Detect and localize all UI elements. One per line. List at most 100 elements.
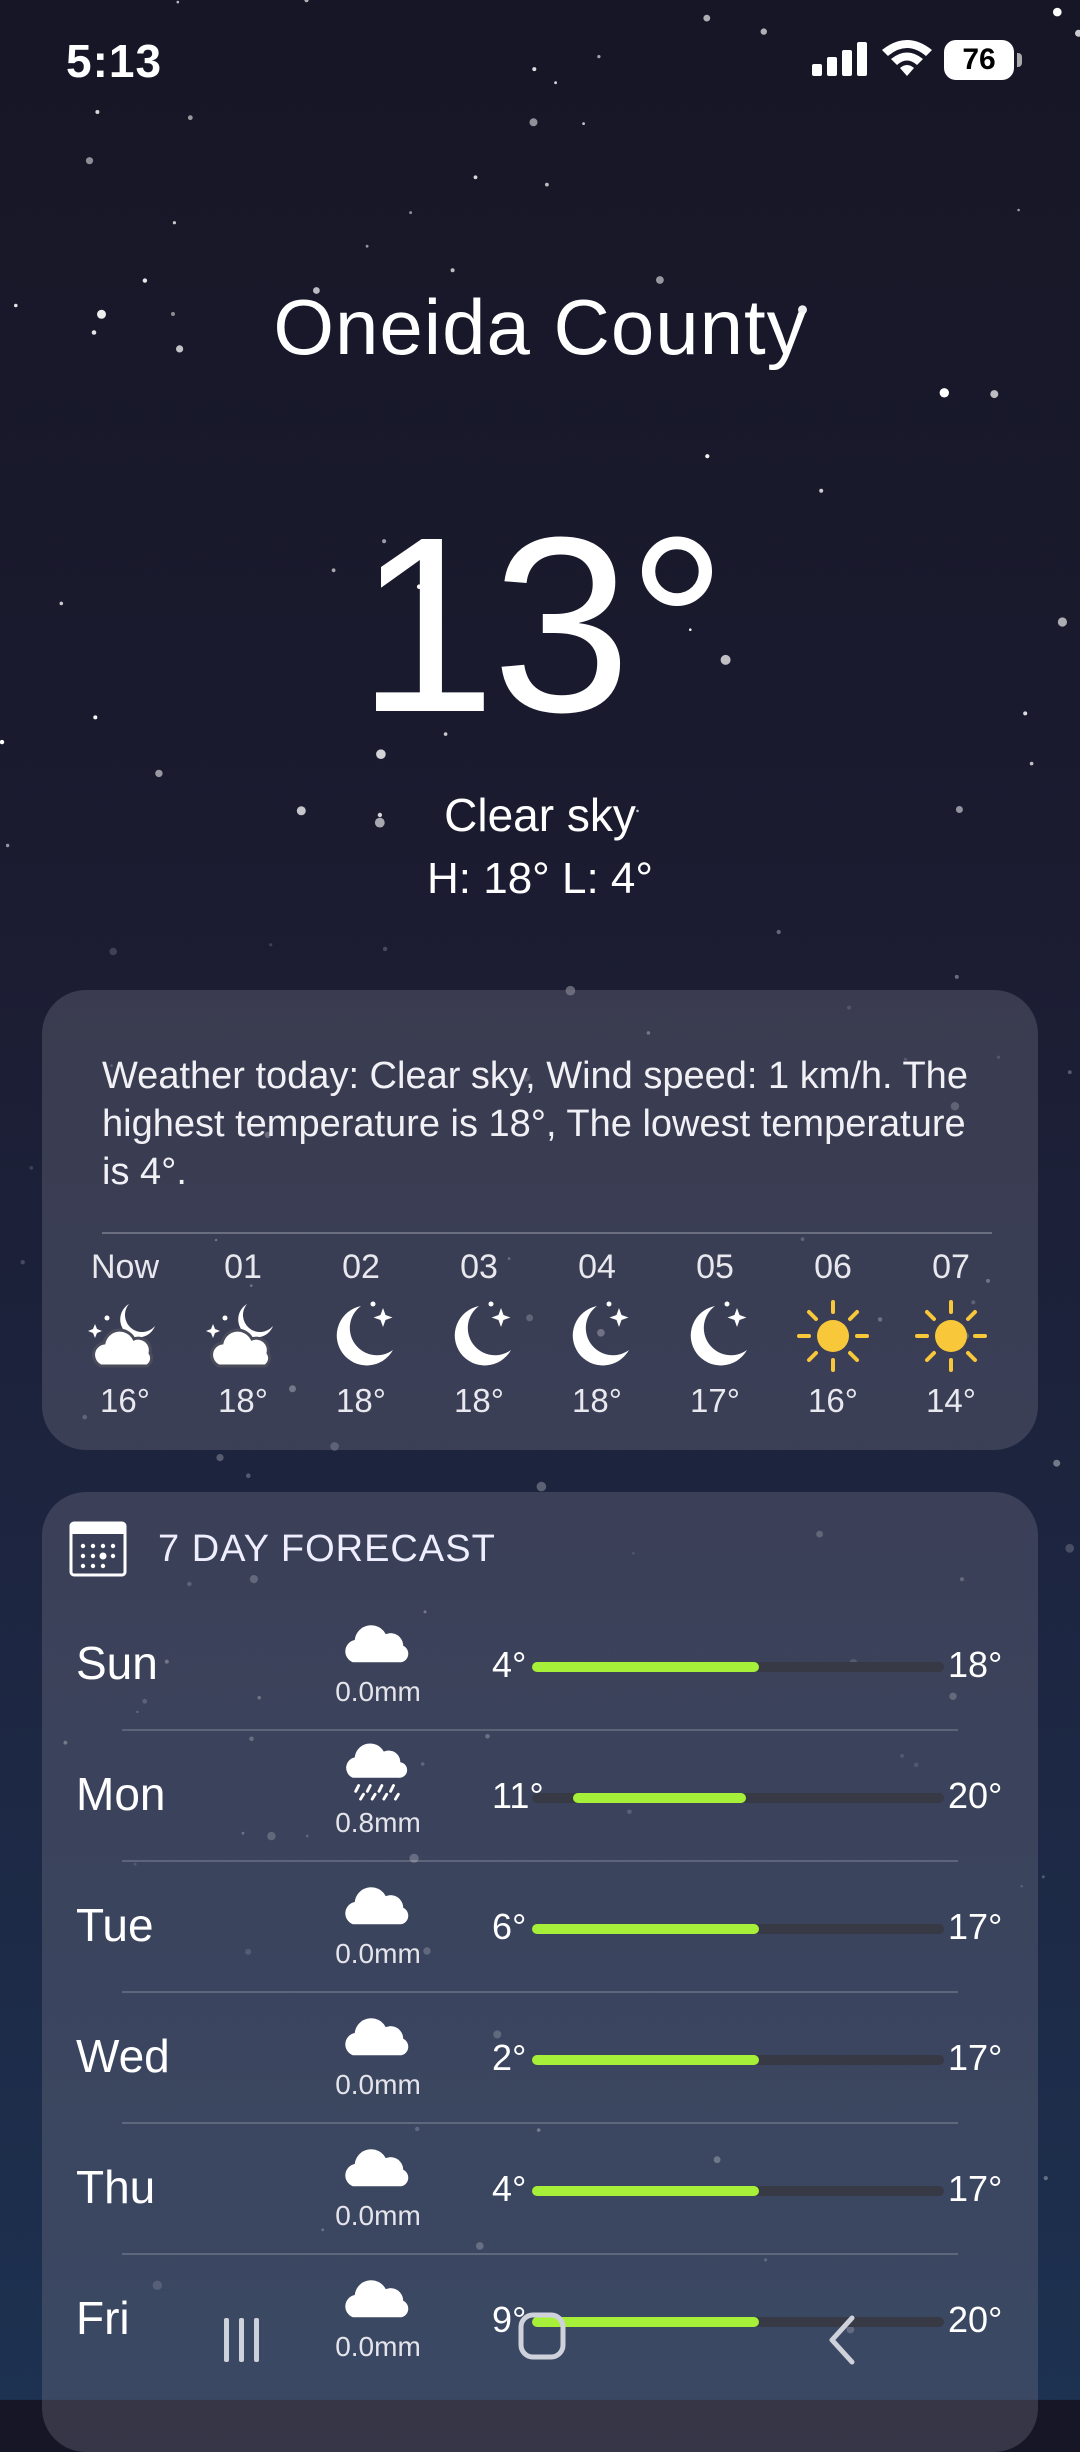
location-name: Oneida County — [273, 283, 807, 371]
calendar-icon — [69, 1521, 127, 1577]
day-name: Wed — [76, 2030, 170, 2082]
forecast-row[interactable]: Mon 0.8mm 11° 20° — [42, 1731, 1038, 1862]
hourly-item: 02 18° — [302, 1248, 420, 1438]
day-name: Tue — [76, 1899, 154, 1951]
star — [939, 388, 949, 398]
star — [155, 769, 163, 778]
status-bar: 5:13 76 — [0, 0, 1080, 120]
sun-icon — [797, 1300, 869, 1372]
star — [536, 1481, 547, 1492]
star — [819, 488, 824, 493]
cloud-icon — [345, 1887, 409, 1925]
back-button[interactable] — [820, 2312, 868, 2368]
today-card: Weather today: Clear sky, Wind speed: 1 … — [42, 990, 1038, 1450]
star — [1029, 761, 1034, 766]
battery-icon: 76 — [944, 40, 1022, 80]
star — [269, 943, 273, 947]
temperature-range-bar — [532, 1924, 944, 1934]
star — [776, 929, 781, 935]
forecast-row[interactable]: Tue 0.0mm 6° 17° — [42, 1862, 1038, 1993]
forecast-title: 7 DAY FORECAST — [158, 1528, 496, 1570]
star — [1053, 1459, 1061, 1467]
navigation-bar — [0, 2280, 1080, 2400]
temperature-range-bar — [532, 1662, 944, 1672]
hour-temperature: 18° — [218, 1382, 268, 1419]
star — [409, 211, 413, 215]
precipitation: 0.0mm — [335, 1938, 421, 1969]
cloud-moon-icon — [206, 1304, 273, 1368]
hour-label: 04 — [578, 1248, 616, 1286]
temperature-range-bar — [532, 2055, 944, 2065]
wifi-icon — [882, 40, 932, 76]
high-temperature: 18° — [948, 1644, 1003, 1685]
hour-label: 01 — [224, 1248, 262, 1286]
star — [473, 175, 478, 180]
forecast-row[interactable]: Wed 0.0mm 2° 17° — [42, 1993, 1038, 2124]
temperature-range-fill — [532, 2186, 759, 2196]
hourly-forecast[interactable]: Now 16° 01 18° 02 18° 03 18° 04 18° 05 17° 06 16° 07 14… — [66, 1248, 1014, 1438]
forecast-row[interactable]: Sun 0.0mm 4° 18° — [42, 1600, 1038, 1731]
temperature-range-fill — [532, 1662, 759, 1672]
hourly-item: 06 16° — [774, 1248, 892, 1438]
star — [1017, 208, 1020, 212]
hour-label: 06 — [814, 1248, 852, 1286]
precipitation: 0.0mm — [335, 1676, 421, 1707]
high-temperature: 20° — [948, 1775, 1003, 1816]
temperature-range-fill — [532, 1924, 759, 1934]
star — [1067, 1070, 1072, 1075]
home-button[interactable] — [516, 2310, 568, 2362]
star — [365, 244, 369, 248]
hourly-item: 04 18° — [538, 1248, 656, 1438]
hour-label: 07 — [932, 1248, 970, 1286]
forecast-row[interactable]: Thu 0.0mm 4° 17° — [42, 2124, 1038, 2255]
high-temperature: 17° — [948, 2168, 1003, 2209]
day-name: Thu — [76, 2161, 156, 2213]
sun-icon — [915, 1300, 987, 1372]
hour-label: Now — [90, 1248, 160, 1286]
hour-temperature: 16° — [100, 1382, 150, 1419]
hour-label: 05 — [696, 1248, 734, 1286]
precipitation: 0.0mm — [335, 2200, 421, 2231]
cloud-icon — [345, 1625, 409, 1663]
temperature-range-bar — [532, 2186, 944, 2196]
cloud-icon — [345, 2149, 409, 2187]
temperature-range-bar — [532, 1793, 944, 1803]
moon-stars-icon — [454, 1301, 511, 1366]
hourly-item: 05 17° — [656, 1248, 774, 1438]
divider — [102, 1232, 992, 1234]
precipitation: 0.0mm — [335, 2069, 421, 2100]
star — [450, 268, 455, 273]
star — [705, 454, 710, 459]
weather-summary: Weather today: Clear sky, Wind speed: 1 … — [102, 1055, 968, 1193]
temperature-range-fill — [532, 2055, 759, 2065]
star — [172, 221, 176, 225]
star — [545, 182, 549, 187]
hour-temperature: 18° — [454, 1382, 504, 1419]
star — [109, 947, 117, 956]
day-name: Sun — [76, 1637, 158, 1689]
hour-temperature: 17° — [690, 1382, 740, 1419]
high-temperature: 17° — [948, 2037, 1003, 2078]
hour-temperature: 18° — [336, 1382, 386, 1419]
status-time: 5:13 — [66, 35, 163, 87]
current-temperature: 13° — [356, 485, 727, 764]
hour-label: 02 — [342, 1248, 380, 1286]
hourly-item: 01 18° — [184, 1248, 302, 1438]
star — [5, 843, 10, 848]
hour-temperature: 16° — [808, 1382, 858, 1419]
hour-temperature: 18° — [572, 1382, 622, 1419]
cloud-moon-icon — [88, 1304, 155, 1368]
star — [382, 946, 388, 952]
star — [20, 1260, 25, 1265]
star — [1041, 1875, 1045, 1879]
recents-button[interactable] — [220, 2312, 264, 2368]
cloud-icon — [345, 2018, 409, 2056]
star — [216, 1454, 224, 1462]
star — [29, 1166, 34, 1170]
precipitation: 0.8mm — [335, 1807, 421, 1838]
hour-temperature: 14° — [926, 1382, 976, 1419]
star — [246, 1473, 251, 1478]
signal-icon — [812, 42, 867, 76]
star — [1065, 1543, 1075, 1553]
high-low: H: 18° L: 4° — [427, 854, 653, 903]
